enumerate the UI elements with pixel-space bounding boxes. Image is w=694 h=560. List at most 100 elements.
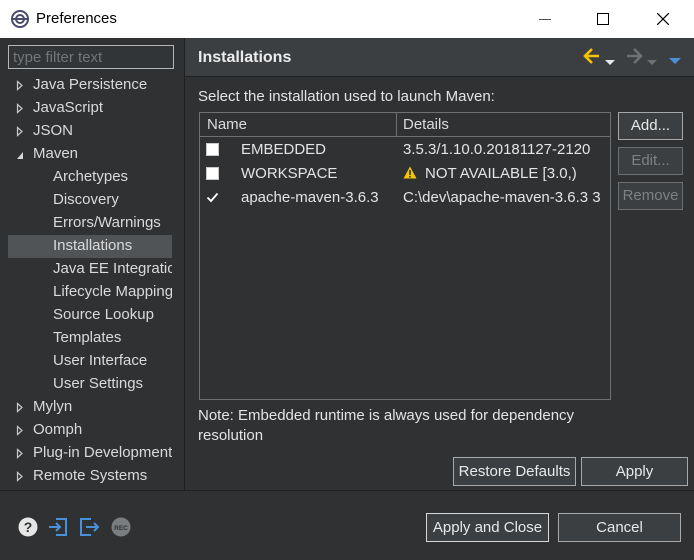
- collapsed-arrow-icon[interactable]: [16, 120, 24, 143]
- tree-item[interactable]: Remote Systems: [8, 465, 172, 488]
- tree-item-label: Mylyn: [33, 398, 73, 415]
- tree-item-label: Templates: [53, 329, 122, 346]
- column-header-name[interactable]: Name: [207, 116, 247, 133]
- navigation-toolbar: [583, 46, 691, 68]
- tree-item-label: Plug-in Development: [33, 444, 172, 461]
- installation-name: apache-maven-3.6.3: [241, 189, 379, 206]
- add-button-label: Add...: [630, 117, 671, 134]
- tree-item-label: Maven: [33, 145, 79, 162]
- minimize-icon: [539, 19, 551, 20]
- apply-label: Apply: [615, 463, 654, 480]
- edit-button[interactable]: Edit...: [618, 147, 683, 175]
- tree-item[interactable]: Archetypes: [8, 166, 172, 189]
- export-icon[interactable]: [78, 516, 100, 538]
- checkbox-checked[interactable]: [206, 191, 219, 204]
- tree-item[interactable]: User Settings: [8, 373, 172, 396]
- close-button[interactable]: [634, 0, 692, 38]
- help-icon[interactable]: ?: [17, 516, 39, 538]
- cancel-label: Cancel: [596, 519, 643, 536]
- collapsed-arrow-icon[interactable]: [16, 419, 24, 442]
- forward-menu-button: [647, 53, 657, 70]
- cancel-button[interactable]: Cancel: [558, 513, 681, 542]
- remove-button[interactable]: Remove: [618, 182, 683, 210]
- column-header-details[interactable]: Details: [403, 116, 449, 133]
- filter-input[interactable]: [8, 45, 174, 69]
- checkbox-unchecked[interactable]: [206, 143, 219, 156]
- tree-item[interactable]: User Interface: [8, 350, 172, 373]
- tree-item[interactable]: Templates: [8, 327, 172, 350]
- collapsed-arrow-icon[interactable]: [16, 74, 24, 97]
- eclipse-app-icon: [11, 10, 29, 28]
- checkbox-unchecked[interactable]: [206, 167, 219, 180]
- tree-item-label: Archetypes: [53, 168, 129, 185]
- dropdown-triangle-icon: [647, 60, 657, 65]
- tree-item[interactable]: JavaScript: [8, 97, 172, 120]
- back-arrow-icon: [583, 48, 599, 64]
- tree-item[interactable]: Discovery: [8, 189, 172, 212]
- add-button[interactable]: Add...: [618, 112, 683, 140]
- apply-and-close-button[interactable]: Apply and Close: [426, 513, 549, 542]
- window-title: Preferences: [36, 10, 117, 27]
- minimize-button[interactable]: [516, 0, 574, 38]
- tree-item-label: JavaScript: [33, 99, 104, 116]
- table-row[interactable]: EMBEDDED 3.5.3/1.10.0.20181127-2120: [200, 138, 610, 162]
- dropdown-triangle-icon: [605, 60, 615, 65]
- installation-details: 3.5.3/1.10.0.20181127-2120: [403, 141, 610, 158]
- installations-table: Name Details EMBEDDED 3.5.3/1.10.0.201811…: [199, 112, 611, 400]
- dialog-button-bar: ? REC Apply and Close Cancel: [0, 490, 694, 560]
- collapsed-arrow-icon[interactable]: [16, 97, 24, 120]
- restore-defaults-button[interactable]: Restore Defaults: [453, 457, 576, 486]
- table-header: Name Details: [200, 113, 610, 137]
- view-menu-icon: [669, 58, 681, 64]
- tree-item-label: Installations: [53, 237, 133, 254]
- installation-details-text: C:\dev\apache-maven-3.6.3 3: [403, 189, 601, 206]
- installation-details: NOT AVAILABLE [3.0,): [403, 165, 610, 182]
- preferences-tree-panel: Java Persistence JavaScript JSON Maven Arche…: [0, 38, 184, 490]
- tree-item[interactable]: Maven: [8, 143, 172, 166]
- tree-item[interactable]: Mylyn: [8, 396, 172, 419]
- tree-item-label: Lifecycle Mapping: [53, 283, 172, 300]
- tree-scrollbar[interactable]: [172, 74, 178, 489]
- collapsed-arrow-icon[interactable]: [16, 465, 24, 488]
- tree-item[interactable]: Java Persistence: [8, 74, 172, 97]
- tree-item[interactable]: JSON: [8, 120, 172, 143]
- apply-and-close-label: Apply and Close: [432, 519, 543, 536]
- remove-button-label: Remove: [622, 187, 679, 204]
- svg-text:?: ?: [24, 519, 33, 535]
- maximize-button[interactable]: [574, 0, 632, 38]
- record-icon[interactable]: REC: [110, 516, 132, 538]
- table-row[interactable]: WORKSPACE NOT AVAILABLE [3.0,): [200, 162, 610, 186]
- instruction-text: Select the installation used to launch M…: [198, 88, 495, 105]
- tree-item[interactable]: Source Lookup: [8, 304, 172, 327]
- tree-item[interactable]: Installations: [8, 235, 172, 258]
- tree-item-label: User Interface: [53, 352, 148, 369]
- embedded-runtime-note: Note: Embedded runtime is always used fo…: [198, 407, 575, 444]
- close-icon: [657, 13, 669, 25]
- table-row[interactable]: apache-maven-3.6.3 C:\dev\apache-maven-3.…: [200, 186, 610, 210]
- expanded-arrow-icon[interactable]: [16, 143, 24, 166]
- tree-item-label: JSON: [33, 122, 74, 139]
- tree-item[interactable]: Java EE Integration: [8, 258, 172, 281]
- preferences-tree: Java Persistence JavaScript JSON Maven Arche…: [8, 74, 172, 489]
- installation-details: C:\dev\apache-maven-3.6.3 3: [403, 189, 610, 206]
- tree-item[interactable]: Oomph: [8, 419, 172, 442]
- view-menu-button[interactable]: [669, 52, 681, 69]
- tree-item-label: Discovery: [53, 191, 119, 208]
- installation-name: EMBEDDED: [241, 141, 327, 158]
- tree-item[interactable]: Lifecycle Mapping: [8, 281, 172, 304]
- tree-item-label: Java Persistence: [33, 76, 148, 93]
- forward-button: [625, 46, 643, 70]
- tree-item[interactable]: Errors/Warnings: [8, 212, 172, 235]
- apply-button[interactable]: Apply: [581, 457, 688, 486]
- collapsed-arrow-icon[interactable]: [16, 442, 24, 465]
- tree-item-label: Errors/Warnings: [53, 214, 161, 231]
- back-button[interactable]: [583, 46, 601, 70]
- tree-item[interactable]: Plug-in Development: [8, 442, 172, 465]
- restore-defaults-label: Restore Defaults: [458, 463, 571, 480]
- back-menu-button[interactable]: [605, 53, 615, 70]
- warning-icon: [403, 166, 417, 179]
- tree-item-label: User Settings: [53, 375, 144, 392]
- column-separator[interactable]: [396, 113, 397, 137]
- collapsed-arrow-icon[interactable]: [16, 396, 24, 419]
- import-icon[interactable]: [47, 516, 69, 538]
